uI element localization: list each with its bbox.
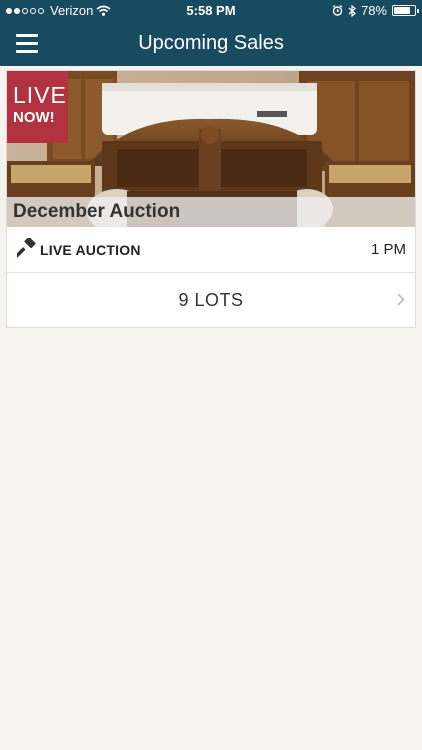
badge-line2: NOW! — [13, 109, 55, 126]
sale-image[interactable]: LIVE NOW! December Auction — [7, 71, 415, 227]
sale-type-label: LIVE AUCTION — [40, 242, 141, 258]
navigation-bar: Upcoming Sales — [0, 22, 422, 66]
page-title: Upcoming Sales — [138, 32, 284, 54]
lots-count: 9 LOTS — [178, 290, 244, 310]
status-bar: Verizon 5:58 PM 78% — [0, 0, 422, 22]
lots-row[interactable]: 9 LOTS — [7, 273, 415, 327]
sale-time: 1 PM — [370, 241, 406, 258]
alarm-icon — [332, 5, 343, 16]
bluetooth-icon — [348, 4, 356, 17]
battery-percent: 78% — [360, 3, 387, 18]
battery-icon — [392, 5, 419, 16]
badge-line1: LIVE — [13, 82, 67, 108]
sale-title: December Auction — [13, 201, 181, 222]
gavel-icon — [17, 238, 36, 258]
live-now-badge: LIVE NOW! — [7, 71, 68, 143]
sale-title-banner: December Auction — [7, 197, 415, 227]
chevron-right-icon — [397, 293, 405, 306]
sale-card[interactable]: LIVE NOW! December Auction LIVE AUCTION … — [6, 70, 416, 328]
status-right: 78% — [332, 3, 419, 18]
sale-info-row: LIVE AUCTION 1 PM — [7, 227, 415, 273]
